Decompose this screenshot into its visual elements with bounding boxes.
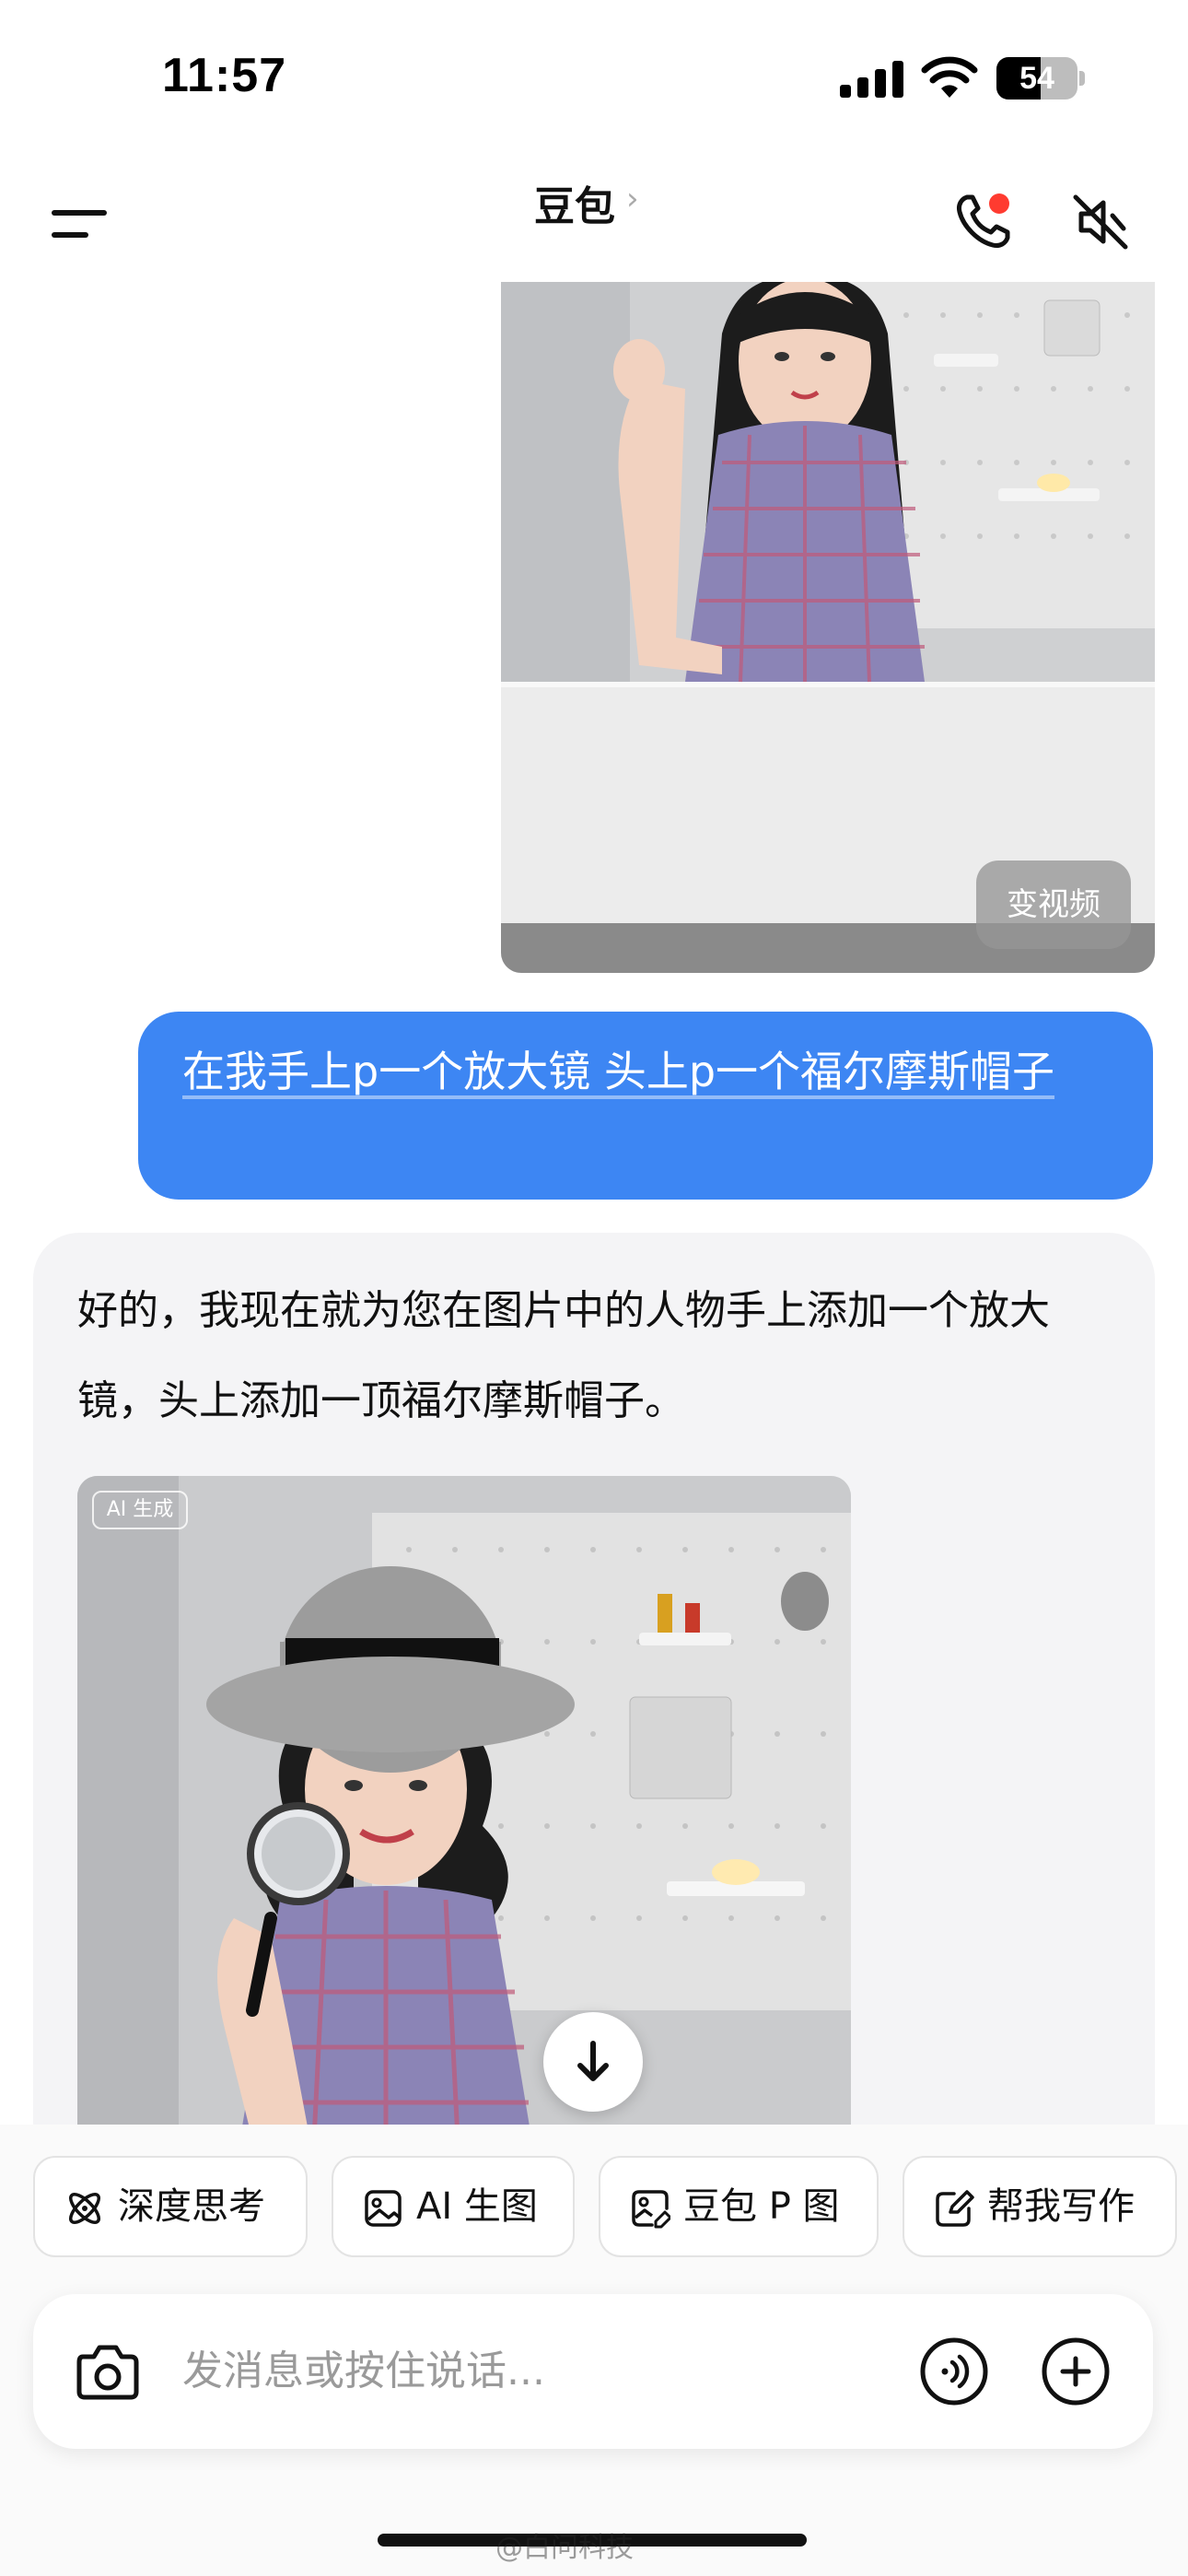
signal-icon [840,61,903,98]
menu-icon [52,210,107,216]
user-photo[interactable]: 变视频 [501,282,1155,973]
wifi-icon [921,56,978,98]
quick-action-ai-image[interactable]: AI 生图 [332,2156,575,2257]
battery-indicator: 54 [996,57,1085,100]
quick-action-writing[interactable]: 帮我写作 [903,2156,1177,2257]
quick-action-row[interactable]: 深度思考 AI 生图 豆包 P 图 帮我写作 [33,2156,1188,2257]
plus-circle-icon[interactable] [1041,2336,1111,2406]
call-indicator-dot [989,193,1009,214]
speaker-mute-icon[interactable] [1072,193,1129,251]
scroll-to-bottom-button[interactable] [543,2012,643,2112]
chat-area[interactable]: 变视频 在我手上p一个放大镜 头上p一个福尔摩斯帽子 好的，我现在就为您在图片中… [0,282,1188,2125]
menu-button[interactable] [52,203,116,243]
quick-action-label: 深度思考 [118,2185,265,2228]
message-input[interactable]: 发消息或按住说话... [182,2294,545,2449]
message-input-bar[interactable]: 发消息或按住说话... [33,2294,1153,2449]
quick-action-p-image[interactable]: 豆包 P 图 [599,2156,879,2257]
battery-level: 54 [1019,61,1054,96]
generated-photo-illustration [77,1476,851,2125]
quick-action-label: AI 生图 [416,2185,538,2228]
pen-square-icon [936,2190,974,2227]
user-message-bubble[interactable]: 在我手上p一个放大镜 头上p一个福尔摩斯帽子 [138,1012,1153,1200]
arrow-down-icon [577,2041,609,2081]
watermark: @白问科技 [495,2532,634,2564]
ai-generated-image[interactable]: AI 生成 [77,1476,851,2125]
chevron-right-icon: › [626,181,639,217]
image-icon [365,2190,402,2227]
status-time: 11:57 [162,49,287,102]
user-message-text: 在我手上p一个放大镜 头上p一个福尔摩斯帽子 [182,1047,1055,1096]
atom-icon [69,2193,100,2224]
quick-action-label: 豆包 P 图 [683,2185,840,2228]
quick-action-deep-think[interactable]: 深度思考 [33,2156,308,2257]
bot-message-card: 好的，我现在就为您在图片中的人物手上添加一个放大镜，头上添加一顶福尔摩斯帽子。 [33,1233,1155,2125]
image-edit-icon [632,2190,670,2229]
voice-wave-icon[interactable] [919,2336,989,2406]
convert-to-video-button[interactable]: 变视频 [976,861,1131,949]
ai-generated-badge: AI 生成 [92,1491,188,1529]
camera-icon[interactable] [76,2340,140,2401]
quick-action-label: 帮我写作 [987,2185,1135,2228]
bottom-panel: 深度思考 AI 生图 豆包 P 图 帮我写作 发消息或按住说话... [0,2125,1188,2576]
chat-title[interactable]: 豆包 [534,173,615,232]
bot-message-text: 好的，我现在就为您在图片中的人物手上添加一个放大镜，头上添加一顶福尔摩斯帽子。 [77,1287,1050,1424]
